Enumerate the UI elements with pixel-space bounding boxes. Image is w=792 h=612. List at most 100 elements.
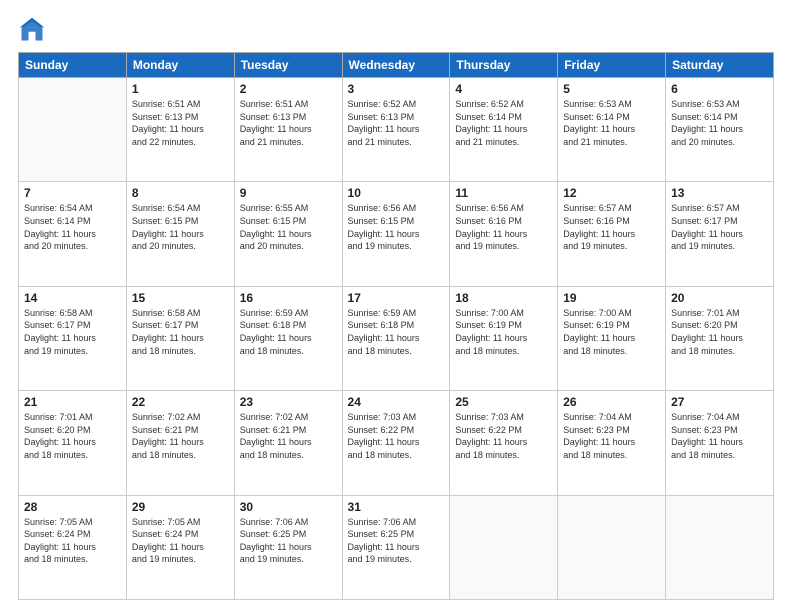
calendar-cell: 18 Sunrise: 7:00 AM Sunset: 6:19 PM Dayli… — [450, 286, 558, 390]
cell-info: Sunrise: 7:00 AM Sunset: 6:19 PM Dayligh… — [455, 307, 552, 357]
day-number: 26 — [563, 395, 660, 409]
calendar-cell — [666, 495, 774, 599]
cell-info: Sunrise: 7:02 AM Sunset: 6:21 PM Dayligh… — [240, 411, 337, 461]
cell-info: Sunrise: 6:52 AM Sunset: 6:14 PM Dayligh… — [455, 98, 552, 148]
day-number: 2 — [240, 82, 337, 96]
cell-info: Sunrise: 7:03 AM Sunset: 6:22 PM Dayligh… — [348, 411, 445, 461]
calendar-cell: 14 Sunrise: 6:58 AM Sunset: 6:17 PM Dayli… — [19, 286, 127, 390]
calendar-cell: 28 Sunrise: 7:05 AM Sunset: 6:24 PM Dayli… — [19, 495, 127, 599]
day-number: 29 — [132, 500, 229, 514]
cell-info: Sunrise: 7:03 AM Sunset: 6:22 PM Dayligh… — [455, 411, 552, 461]
calendar-cell: 17 Sunrise: 6:59 AM Sunset: 6:18 PM Dayli… — [342, 286, 450, 390]
day-number: 27 — [671, 395, 768, 409]
day-header-saturday: Saturday — [666, 53, 774, 78]
day-number: 10 — [348, 186, 445, 200]
calendar-cell: 9 Sunrise: 6:55 AM Sunset: 6:15 PM Daylig… — [234, 182, 342, 286]
cell-info: Sunrise: 6:58 AM Sunset: 6:17 PM Dayligh… — [24, 307, 121, 357]
calendar-cell: 4 Sunrise: 6:52 AM Sunset: 6:14 PM Daylig… — [450, 78, 558, 182]
calendar-cell: 8 Sunrise: 6:54 AM Sunset: 6:15 PM Daylig… — [126, 182, 234, 286]
calendar-cell: 12 Sunrise: 6:57 AM Sunset: 6:16 PM Dayli… — [558, 182, 666, 286]
day-number: 5 — [563, 82, 660, 96]
calendar-cell — [450, 495, 558, 599]
calendar-cell: 10 Sunrise: 6:56 AM Sunset: 6:15 PM Dayli… — [342, 182, 450, 286]
calendar-cell: 23 Sunrise: 7:02 AM Sunset: 6:21 PM Dayli… — [234, 391, 342, 495]
cell-info: Sunrise: 7:01 AM Sunset: 6:20 PM Dayligh… — [24, 411, 121, 461]
week-row-4: 28 Sunrise: 7:05 AM Sunset: 6:24 PM Dayli… — [19, 495, 774, 599]
calendar-cell: 7 Sunrise: 6:54 AM Sunset: 6:14 PM Daylig… — [19, 182, 127, 286]
calendar-cell: 11 Sunrise: 6:56 AM Sunset: 6:16 PM Dayli… — [450, 182, 558, 286]
cell-info: Sunrise: 6:57 AM Sunset: 6:17 PM Dayligh… — [671, 202, 768, 252]
cell-info: Sunrise: 6:56 AM Sunset: 6:16 PM Dayligh… — [455, 202, 552, 252]
cell-info: Sunrise: 6:52 AM Sunset: 6:13 PM Dayligh… — [348, 98, 445, 148]
cell-info: Sunrise: 7:01 AM Sunset: 6:20 PM Dayligh… — [671, 307, 768, 357]
day-number: 6 — [671, 82, 768, 96]
day-number: 24 — [348, 395, 445, 409]
day-number: 23 — [240, 395, 337, 409]
calendar-cell: 24 Sunrise: 7:03 AM Sunset: 6:22 PM Dayli… — [342, 391, 450, 495]
page: SundayMondayTuesdayWednesdayThursdayFrid… — [0, 0, 792, 612]
cell-info: Sunrise: 7:00 AM Sunset: 6:19 PM Dayligh… — [563, 307, 660, 357]
calendar-cell: 20 Sunrise: 7:01 AM Sunset: 6:20 PM Dayli… — [666, 286, 774, 390]
cell-info: Sunrise: 6:51 AM Sunset: 6:13 PM Dayligh… — [132, 98, 229, 148]
cell-info: Sunrise: 6:57 AM Sunset: 6:16 PM Dayligh… — [563, 202, 660, 252]
calendar-table: SundayMondayTuesdayWednesdayThursdayFrid… — [18, 52, 774, 600]
day-header-thursday: Thursday — [450, 53, 558, 78]
calendar-cell: 16Sunrise: 6:59 AM Sunset: 6:18 PM Dayli… — [234, 286, 342, 390]
cell-info: Sunrise: 7:05 AM Sunset: 6:24 PM Dayligh… — [24, 516, 121, 566]
day-number: 4 — [455, 82, 552, 96]
calendar-cell: 2 Sunrise: 6:51 AM Sunset: 6:13 PM Daylig… — [234, 78, 342, 182]
day-header-monday: Monday — [126, 53, 234, 78]
day-number: 8 — [132, 186, 229, 200]
day-number: 1 — [132, 82, 229, 96]
cell-info: Sunrise: 6:54 AM Sunset: 6:15 PM Dayligh… — [132, 202, 229, 252]
logo — [18, 16, 50, 44]
day-number: 9 — [240, 186, 337, 200]
calendar-cell: 21 Sunrise: 7:01 AM Sunset: 6:20 PM Dayli… — [19, 391, 127, 495]
calendar-cell: 5 Sunrise: 6:53 AM Sunset: 6:14 PM Daylig… — [558, 78, 666, 182]
cell-info: Sunrise: 7:06 AM Sunset: 6:25 PM Dayligh… — [348, 516, 445, 566]
calendar-cell: 30 Sunrise: 7:06 AM Sunset: 6:25 PM Dayli… — [234, 495, 342, 599]
day-number: 22 — [132, 395, 229, 409]
cell-info: Sunrise: 7:04 AM Sunset: 6:23 PM Dayligh… — [671, 411, 768, 461]
day-number: 12 — [563, 186, 660, 200]
day-number: 21 — [24, 395, 121, 409]
day-header-friday: Friday — [558, 53, 666, 78]
calendar-cell: 27 Sunrise: 7:04 AM Sunset: 6:23 PM Dayli… — [666, 391, 774, 495]
cell-info: Sunrise: 7:06 AM Sunset: 6:25 PM Dayligh… — [240, 516, 337, 566]
calendar-cell: 26 Sunrise: 7:04 AM Sunset: 6:23 PM Dayli… — [558, 391, 666, 495]
day-number: 14 — [24, 291, 121, 305]
cell-info: Sunrise: 7:05 AM Sunset: 6:24 PM Dayligh… — [132, 516, 229, 566]
calendar-cell: 15 Sunrise: 6:58 AM Sunset: 6:17 PM Dayli… — [126, 286, 234, 390]
day-number: 18 — [455, 291, 552, 305]
cell-info: Sunrise: 6:53 AM Sunset: 6:14 PM Dayligh… — [671, 98, 768, 148]
calendar-cell: 19Sunrise: 7:00 AM Sunset: 6:19 PM Dayli… — [558, 286, 666, 390]
cell-info: Sunrise: 6:56 AM Sunset: 6:15 PM Dayligh… — [348, 202, 445, 252]
cell-info: Sunrise: 6:55 AM Sunset: 6:15 PM Dayligh… — [240, 202, 337, 252]
logo-icon — [18, 16, 46, 44]
day-number: 30 — [240, 500, 337, 514]
cell-info: Sunrise: 6:59 AM Sunset: 6:18 PM Dayligh… — [348, 307, 445, 357]
day-number: 15 — [132, 291, 229, 305]
calendar-cell: 6 Sunrise: 6:53 AM Sunset: 6:14 PM Daylig… — [666, 78, 774, 182]
cell-info: Sunrise: 6:58 AM Sunset: 6:17 PM Dayligh… — [132, 307, 229, 357]
calendar-header-row: SundayMondayTuesdayWednesdayThursdayFrid… — [19, 53, 774, 78]
calendar-cell: 25 Sunrise: 7:03 AM Sunset: 6:22 PM Dayli… — [450, 391, 558, 495]
day-number: 3 — [348, 82, 445, 96]
calendar-cell: 13 Sunrise: 6:57 AM Sunset: 6:17 PM Dayli… — [666, 182, 774, 286]
calendar-cell: 29 Sunrise: 7:05 AM Sunset: 6:24 PM Dayli… — [126, 495, 234, 599]
cell-info: Sunrise: 6:53 AM Sunset: 6:14 PM Dayligh… — [563, 98, 660, 148]
calendar-cell: 22Sunrise: 7:02 AM Sunset: 6:21 PM Dayli… — [126, 391, 234, 495]
day-number: 7 — [24, 186, 121, 200]
calendar-cell: 31Sunrise: 7:06 AM Sunset: 6:25 PM Dayli… — [342, 495, 450, 599]
day-number: 13 — [671, 186, 768, 200]
day-number: 11 — [455, 186, 552, 200]
day-number: 17 — [348, 291, 445, 305]
day-number: 28 — [24, 500, 121, 514]
week-row-2: 14 Sunrise: 6:58 AM Sunset: 6:17 PM Dayli… — [19, 286, 774, 390]
cell-info: Sunrise: 6:54 AM Sunset: 6:14 PM Dayligh… — [24, 202, 121, 252]
cell-info: Sunrise: 6:51 AM Sunset: 6:13 PM Dayligh… — [240, 98, 337, 148]
day-number: 25 — [455, 395, 552, 409]
week-row-1: 7 Sunrise: 6:54 AM Sunset: 6:14 PM Daylig… — [19, 182, 774, 286]
cell-info: Sunrise: 7:04 AM Sunset: 6:23 PM Dayligh… — [563, 411, 660, 461]
day-number: 20 — [671, 291, 768, 305]
